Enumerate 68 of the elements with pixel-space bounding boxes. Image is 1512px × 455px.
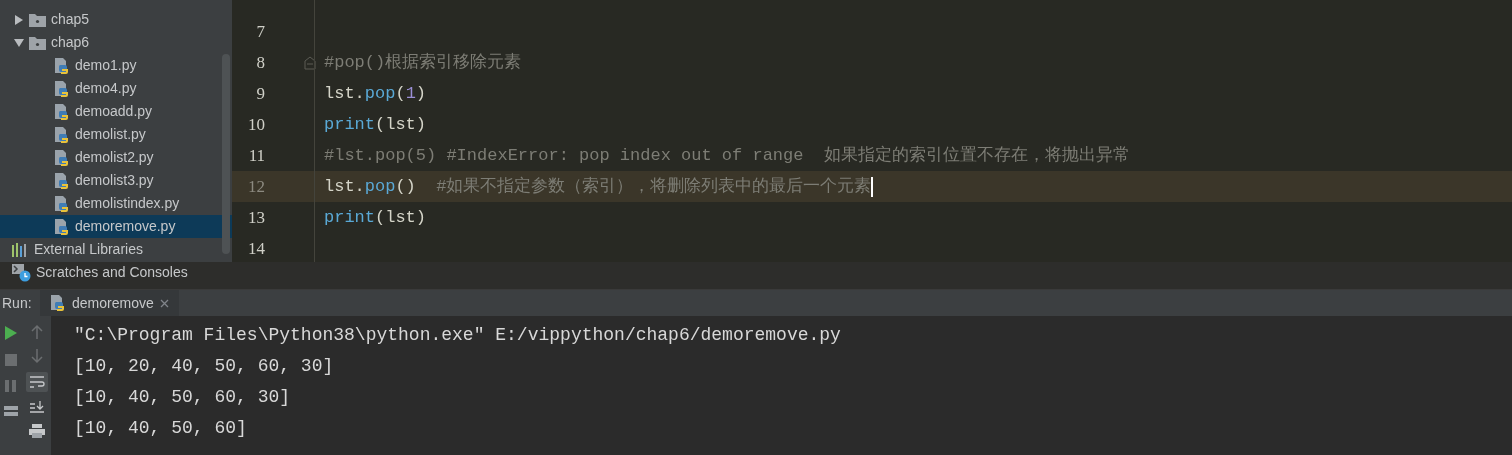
python-file-icon [54,148,70,167]
code-line: print(lst) [324,113,427,136]
expanded-arrow-icon[interactable] [14,37,24,48]
python-file-icon [54,171,70,190]
tree-item-label: demoremove.py [75,217,176,236]
python-file-icon [54,194,70,213]
scroll-to-end-icon[interactable] [28,400,45,416]
tree-item-label: chap5 [51,10,90,29]
line-number: 14 [247,237,265,260]
run-icon[interactable] [5,326,17,340]
console-line: "C:\Program Files\Python38\python.exe" E:/vippython/chap6/demoremove.py [74,324,842,347]
libraries-icon [12,242,29,257]
line-number: 10 [247,113,265,136]
run-label: Run: [1,293,33,313]
collapsed-arrow-icon[interactable] [14,14,24,25]
close-icon[interactable] [159,298,169,308]
python-file-icon [54,79,70,98]
tree-item-label: demoadd.py [75,102,153,121]
up-arrow-icon[interactable] [30,324,43,340]
code-line: lst.pop(1) [324,82,427,105]
python-file-icon [54,125,70,144]
tree-item[interactable]: demolistindex.py [0,192,232,215]
tree-item[interactable]: demolist3.py [0,169,232,192]
tree-item[interactable]: demo1.py [0,54,232,77]
tree-item[interactable]: demoadd.py [0,100,232,123]
text-caret [871,176,874,197]
tree-item[interactable]: demo4.py [0,77,232,100]
python-file-icon [54,217,70,236]
scrollbar[interactable] [222,54,230,254]
line-number: 9 [255,82,265,105]
print-icon[interactable] [28,424,45,438]
folder-icon [29,12,46,27]
code-line: print(lst) [324,206,427,229]
python-file-icon [54,102,70,121]
line-number: 12 [247,175,265,198]
tree-item-label: demolist3.py [75,171,154,190]
tree-item[interactable]: External Libraries [0,238,232,261]
tree-item-label: Scratches and Consoles [36,263,188,282]
console-line: [10, 40, 50, 60] [74,417,248,440]
folder-icon [29,35,46,50]
tree-item-label: demo4.py [75,79,137,98]
pause-icon[interactable] [5,380,17,392]
code-line: #pop()根据索引移除元素 [324,51,522,74]
tree-item[interactable]: demolist.py [0,123,232,146]
tree-item-label: demolist2.py [75,148,154,167]
code-line: #lst.pop(5) #IndexError: pop index out of range 如果指定的索引位置不存在，将抛出异常 [324,144,1130,167]
down-arrow-icon[interactable] [30,348,43,364]
tree-item[interactable]: chap5 [0,8,232,31]
tree-item[interactable]: demolist2.py [0,146,232,169]
line-number: 7 [255,20,265,43]
soft-wrap-icon[interactable] [25,372,48,392]
code-line: lst.pop() #如果不指定参数（索引），将删除列表中的最后一个元素 [324,175,872,198]
tree-item-label: demo1.py [75,56,137,75]
tree-item[interactable]: demoremove.py [0,215,232,238]
tree-item[interactable]: chap6 [0,31,232,54]
console-line: [10, 20, 40, 50, 60, 30] [74,355,335,378]
tree-item-label: demolist.py [75,125,146,144]
line-number: 11 [247,144,265,167]
tree-item-label: chap6 [51,33,90,52]
console-line: [10, 40, 50, 60, 30] [74,386,292,409]
python-file-icon [50,294,66,312]
line-number: 13 [247,206,265,229]
run-tab[interactable]: demoremove [40,290,179,316]
tree-item-label: External Libraries [34,240,143,259]
layout-icon[interactable] [4,406,18,416]
python-file-icon [54,56,70,75]
tree-item-label: demolistindex.py [75,194,180,213]
line-number: 8 [255,51,265,74]
